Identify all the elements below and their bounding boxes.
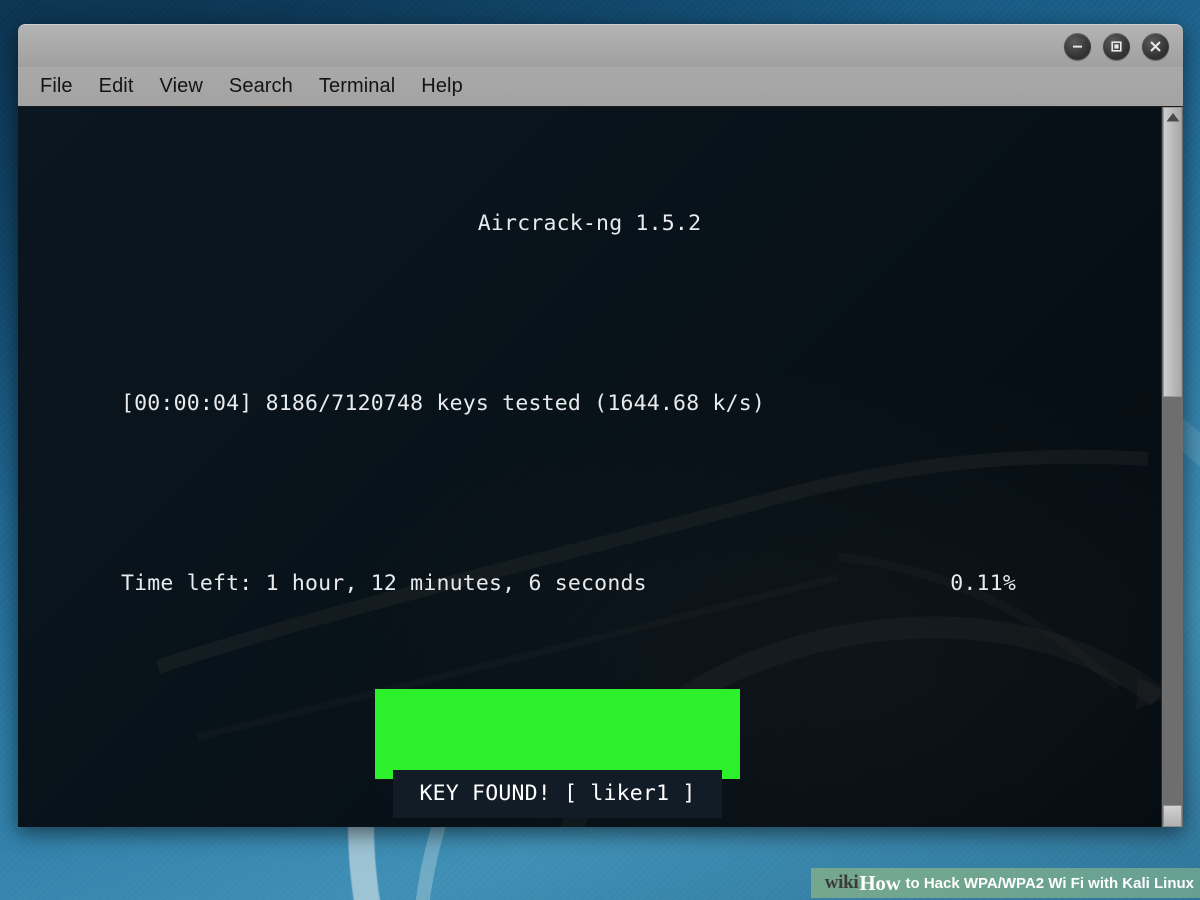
wikihow-how-text: How: [859, 870, 901, 895]
wikihow-wiki-text: wiki: [824, 872, 859, 893]
key-found-text: KEY FOUND! [ liker1 ]: [419, 781, 696, 806]
time-left-label: Time left: 1 hour, 12 minutes, 6 seconds: [121, 571, 647, 596]
menubar: File Edit View Search Terminal Help: [18, 67, 1183, 107]
aircrack-title: Aircrack-ng 1.5.2: [477, 211, 702, 236]
menu-item-search[interactable]: Search: [229, 73, 306, 100]
menu-item-help[interactable]: Help: [421, 73, 476, 100]
key-found-banner: KEY FOUND! [ liker1 ]: [375, 689, 740, 818]
maximize-button[interactable]: [1103, 33, 1130, 60]
scrollbar-thumb[interactable]: [1163, 107, 1182, 397]
progress-line: [00:00:04] 8186/7120748 keys tested (164…: [121, 391, 766, 416]
close-button[interactable]: [1142, 33, 1169, 60]
minimize-icon: [1073, 45, 1082, 48]
terminal-body: Aircrack-ng 1.5.2 [00:00:04] 8186/712074…: [18, 107, 1183, 827]
progress-percent: 0.11%: [950, 571, 1016, 596]
menu-item-file[interactable]: File: [40, 73, 86, 100]
time-left-row: Time left: 1 hour, 12 minutes, 6 seconds…: [18, 569, 1161, 599]
menu-item-edit[interactable]: Edit: [99, 73, 147, 100]
window-titlebar[interactable]: [18, 24, 1183, 67]
terminal-scrollbar[interactable]: [1161, 107, 1183, 827]
wikihow-caption: to Hack WPA/WPA2 Wi Fi with Kali Linux: [905, 874, 1195, 892]
key-found-inner: KEY FOUND! [ liker1 ]: [393, 770, 722, 818]
scrollbar-down-button[interactable]: [1163, 805, 1182, 827]
terminal-window[interactable]: File Edit View Search Terminal Help Airc…: [18, 24, 1183, 827]
window-controls: [1064, 33, 1169, 60]
maximize-icon: [1111, 41, 1122, 52]
terminal-output-area[interactable]: Aircrack-ng 1.5.2 [00:00:04] 8186/712074…: [18, 107, 1161, 827]
terminal-text: Aircrack-ng 1.5.2 [00:00:04] 8186/712074…: [18, 107, 1161, 827]
key-found-banner-area: KEY FOUND! [ liker1 ]: [18, 689, 1161, 818]
wikihow-watermark: wiki How to Hack WPA/WPA2 Wi Fi with Kal…: [810, 868, 1200, 898]
minimize-button[interactable]: [1064, 33, 1091, 60]
chevron-up-icon: [1166, 113, 1179, 122]
menu-item-terminal[interactable]: Terminal: [319, 73, 408, 100]
screen: File Edit View Search Terminal Help Airc…: [0, 0, 1200, 900]
menu-item-view[interactable]: View: [160, 73, 216, 100]
close-icon: [1150, 41, 1161, 52]
